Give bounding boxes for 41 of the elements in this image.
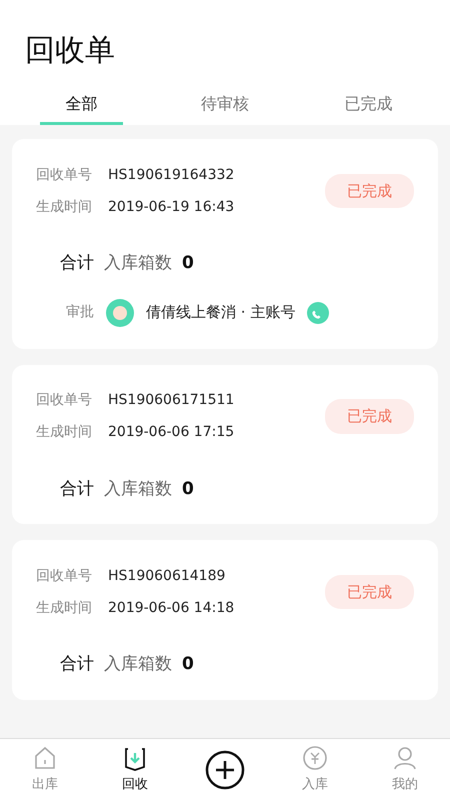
field-label: 回收单号: [36, 391, 93, 410]
total-label: 合计: [60, 478, 94, 500]
count-label: 入库箱数: [104, 252, 172, 275]
field-label: 审批: [66, 303, 94, 322]
nav-tab[interactable]: 我的: [360, 744, 450, 794]
tab[interactable]: 已完成: [296, 84, 440, 125]
status-badge: 已完成: [325, 574, 414, 610]
count-value: 0: [182, 252, 194, 275]
status-badge: 已完成: [325, 174, 414, 208]
field-label: 回收单号: [36, 566, 93, 586]
field-label: 生成时间: [36, 198, 93, 216]
nav-tab[interactable]: 回收: [90, 744, 180, 794]
created-time: 2019-06-06 17:15: [108, 423, 234, 442]
nav-tab[interactable]: 出库: [0, 744, 90, 794]
order-card[interactable]: 回收单号 HS190606171511 生成时间 2019-06-06 17:15 已完成 合计 入库箱数 0: [12, 364, 438, 524]
order-number: HS19060614189: [108, 566, 226, 586]
tab[interactable]: 待审核: [153, 84, 297, 125]
field-label: 回收单号: [36, 166, 93, 184]
status-badge: 已完成: [325, 399, 414, 434]
coin-icon: [302, 744, 328, 771]
order-card[interactable]: 回收单号 HS190619164332 生成时间 2019-06-19 16:43 已完成 合计 入库箱数 0 审批 倩倩线上餐消 · 主账号: [12, 139, 438, 348]
created-time: 2019-06-06 14:18: [108, 598, 234, 618]
order-card[interactable]: 回收单号 HS19060614189 生成时间 2019-06-06 14:18 已完成 合计 入库箱数 0: [12, 540, 438, 700]
count-label: 入库箱数: [104, 478, 172, 500]
total-label: 合计: [60, 653, 94, 676]
tab[interactable]: 全部: [10, 84, 154, 125]
avatar-icon: [106, 298, 134, 326]
total-label: 合计: [60, 252, 94, 275]
nav-tab[interactable]: 入库: [270, 744, 360, 794]
approver-name: 倩倩线上餐消 · 主账号: [146, 302, 296, 324]
user-icon: [392, 744, 418, 771]
count-value: 0: [182, 653, 194, 676]
count-label: 入库箱数: [104, 653, 172, 676]
field-label: 生成时间: [36, 598, 93, 618]
home-icon: [32, 744, 58, 771]
count-value: 0: [182, 478, 194, 500]
order-number: HS190619164332: [108, 166, 234, 184]
field-label: 生成时间: [36, 423, 93, 442]
page-title: 回收单: [24, 32, 116, 70]
created-time: 2019-06-19 16:43: [108, 198, 234, 216]
order-number: HS190606171511: [108, 391, 234, 410]
